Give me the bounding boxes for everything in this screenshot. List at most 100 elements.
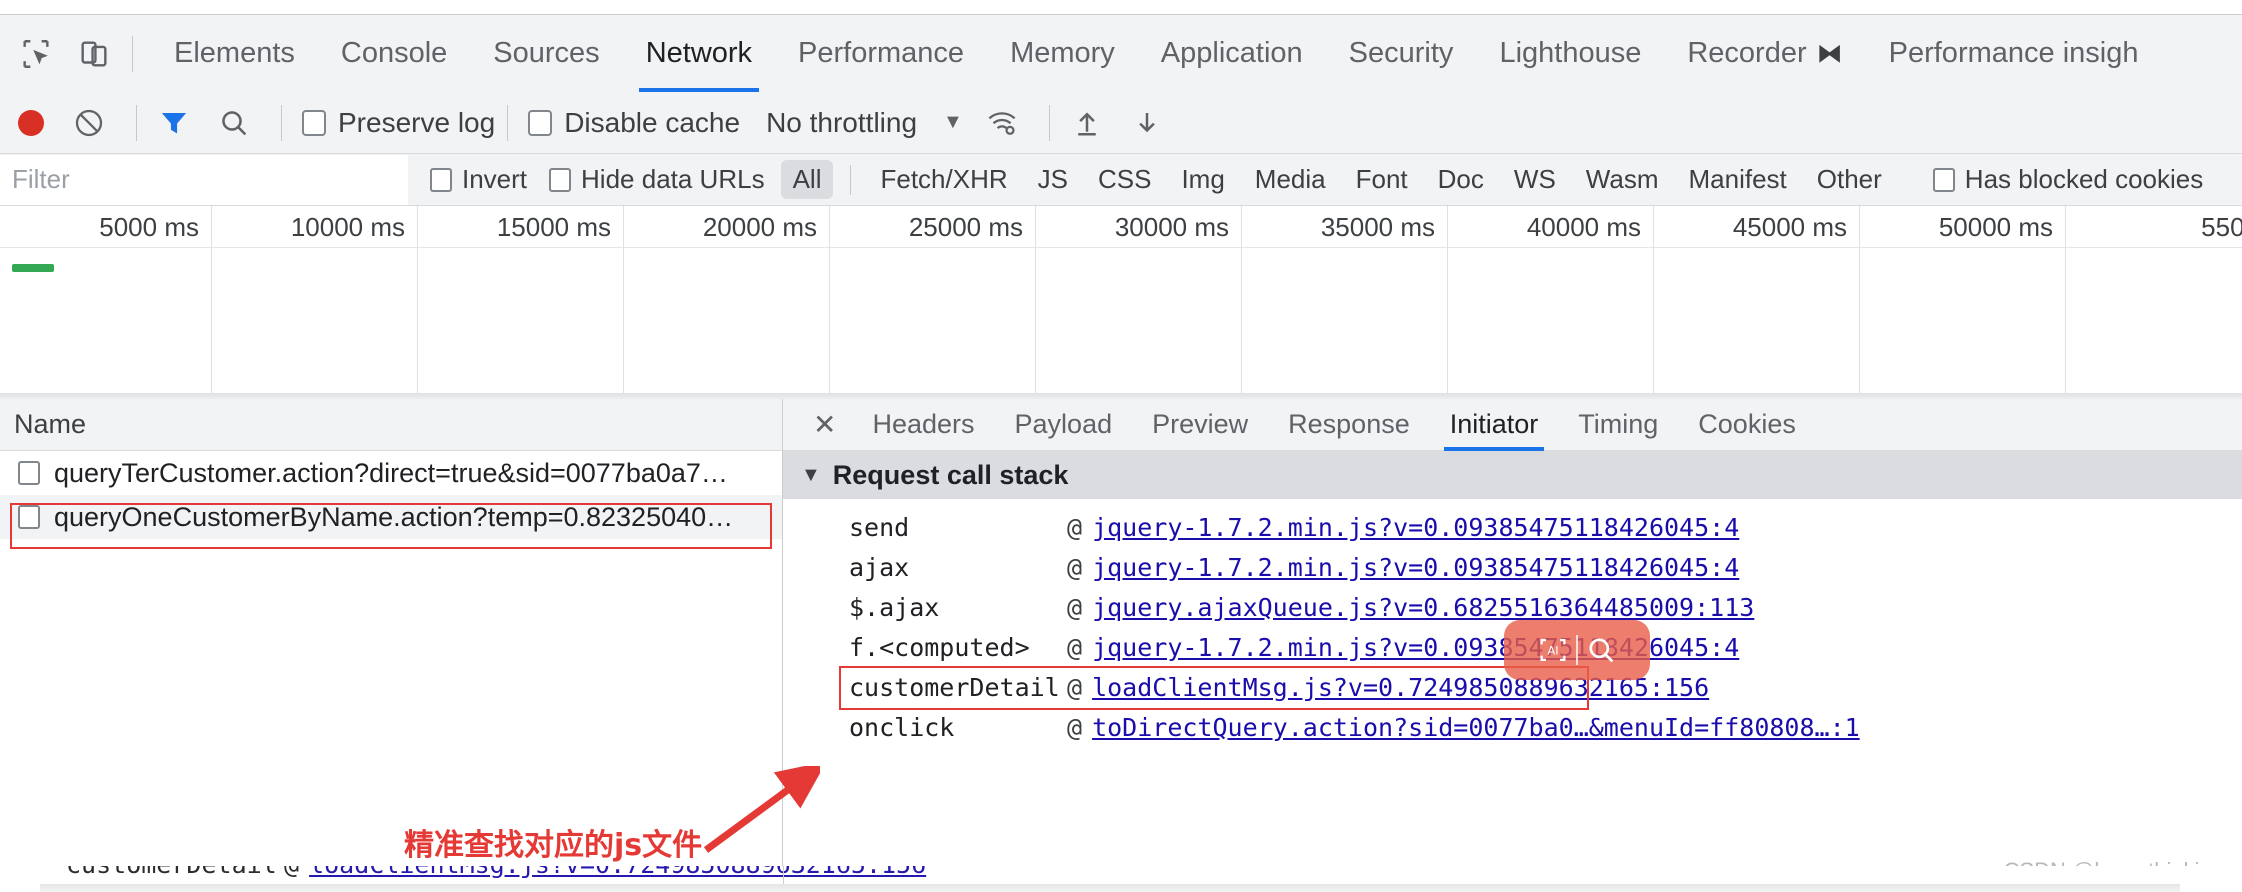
tab-security[interactable]: Security: [1326, 15, 1477, 93]
source-link[interactable]: jquery.ajaxQueue.js?v=0.6825516364485009…: [1092, 593, 1754, 622]
svg-text:AI: AI: [1547, 643, 1558, 657]
type-filter-img[interactable]: Img: [1169, 160, 1236, 199]
hide-data-urls-checkbox[interactable]: Hide data URLs: [527, 149, 765, 211]
type-filter-font[interactable]: Font: [1344, 160, 1420, 199]
table-row[interactable]: queryOneCustomerByName.action?temp=0.823…: [0, 495, 782, 539]
timeline-ruler: 5000 ms 10000 ms 15000 ms 20000 ms 25000…: [0, 206, 2242, 248]
type-label: Other: [1816, 164, 1882, 194]
type-filter-ws[interactable]: WS: [1502, 160, 1568, 199]
clear-icon[interactable]: [72, 106, 106, 140]
record-button[interactable]: [18, 109, 44, 136]
call-stack-function: f.<computed>: [849, 632, 1030, 662]
tab-sources[interactable]: Sources: [470, 15, 622, 93]
tab-initiator[interactable]: Initiator: [1430, 399, 1559, 451]
type-filter-doc[interactable]: Doc: [1426, 160, 1496, 199]
request-call-stack-header[interactable]: ▼ Request call stack: [783, 451, 2242, 499]
annotation-arrow-icon: [700, 761, 827, 861]
tab-elements[interactable]: Elements: [151, 15, 318, 93]
export-har-icon[interactable]: [1130, 106, 1164, 140]
import-har-icon[interactable]: [1070, 106, 1104, 140]
tab-memory[interactable]: Memory: [987, 15, 1138, 93]
type-filter-manifest[interactable]: Manifest: [1677, 160, 1799, 199]
network-overview[interactable]: [0, 248, 2242, 398]
tab-label: Initiator: [1449, 409, 1539, 439]
ruler-tick-label: 20000 ms: [702, 211, 817, 242]
type-filter-css[interactable]: CSS: [1086, 160, 1163, 199]
tab-label: Memory: [1010, 37, 1115, 69]
tab-timing[interactable]: Timing: [1558, 399, 1678, 451]
device-toolbar-icon[interactable]: [74, 34, 114, 74]
overview-cell: [830, 248, 1036, 398]
type-filter-wasm[interactable]: Wasm: [1574, 160, 1671, 199]
source-link[interactable]: jquery-1.7.2.min.js?v=0.0938547511842604…: [1092, 553, 1739, 582]
overview-cell: [1242, 248, 1448, 398]
ai-floating-toolbar[interactable]: AI: [1504, 620, 1650, 680]
tab-application[interactable]: Application: [1138, 15, 1326, 93]
toolbar-divider-4: [1048, 104, 1050, 141]
experiment-beaker-icon: ⧓: [1816, 38, 1843, 68]
checkbox-box: [528, 109, 553, 136]
tab-lighthouse[interactable]: Lighthouse: [1476, 15, 1664, 93]
checkbox-box: [549, 167, 572, 192]
toolbar-divider: [136, 104, 137, 141]
table-row[interactable]: queryTerCustomer.action?direct=true&sid=…: [0, 451, 782, 495]
call-stack-function: ajax: [849, 552, 910, 582]
invert-checkbox[interactable]: Invert: [408, 149, 527, 211]
ruler-tick: 25000 ms: [830, 206, 1036, 248]
preserve-log-checkbox[interactable]: Preserve log: [302, 92, 503, 154]
at-symbol: @: [1067, 592, 1083, 622]
network-filter-bar: Invert Hide data URLs All Fetch/XHR JS C…: [0, 154, 2242, 206]
tab-cookies[interactable]: Cookies: [1678, 399, 1816, 451]
clipped-row-content: customerDetail @ loadClientMsg.js?v=0.72…: [66, 866, 926, 879]
tab-label: Recorder: [1687, 37, 1807, 69]
tab-label: Lighthouse: [1499, 37, 1642, 69]
close-icon[interactable]: ✕: [797, 399, 852, 451]
inspect-element-icon[interactable]: [16, 34, 56, 74]
ruler-tick: 40000 ms: [1448, 206, 1654, 248]
chevron-down-icon[interactable]: ▼: [943, 111, 963, 134]
at-symbol: @: [1067, 672, 1083, 702]
filter-input[interactable]: [0, 154, 408, 205]
type-filter-all[interactable]: All: [780, 160, 834, 199]
tab-response[interactable]: Response: [1268, 399, 1430, 451]
panel-divider: [783, 866, 784, 886]
tab-label: Timing: [1578, 409, 1659, 439]
tab-console[interactable]: Console: [318, 15, 470, 93]
type-label: Media: [1254, 164, 1326, 194]
tab-preview[interactable]: Preview: [1132, 399, 1268, 451]
ruler-tick-label: 5500: [2201, 211, 2242, 242]
tab-network[interactable]: Network: [623, 15, 775, 93]
tab-label: Network: [645, 37, 753, 69]
invert-label: Invert: [462, 164, 528, 194]
search-icon[interactable]: [217, 106, 251, 140]
type-label: JS: [1037, 164, 1068, 194]
row-checkbox[interactable]: [18, 505, 40, 529]
type-filter-media[interactable]: Media: [1243, 160, 1338, 199]
tab-performance[interactable]: Performance: [775, 15, 987, 93]
type-filter-js[interactable]: JS: [1026, 160, 1080, 199]
tab-performance-insights[interactable]: Performance insigh: [1866, 15, 2162, 93]
source-link[interactable]: jquery-1.7.2.min.js?v=0.0938547511842604…: [1092, 513, 1739, 542]
tool-icon-group: [0, 34, 114, 74]
checkbox-box: [430, 167, 452, 192]
tab-label: Console: [340, 37, 448, 69]
has-blocked-cookies-checkbox[interactable]: Has blocked cookies: [1911, 149, 2203, 211]
tab-recorder[interactable]: Recorder ⧓: [1664, 15, 1865, 93]
row-checkbox[interactable]: [18, 461, 40, 485]
ruler-tick-label: 15000 ms: [496, 211, 611, 242]
type-filter-other[interactable]: Other: [1805, 160, 1894, 199]
tab-payload[interactable]: Payload: [995, 399, 1133, 451]
throttling-select[interactable]: No throttling: [766, 107, 917, 139]
ai-scan-icon[interactable]: AI: [1536, 633, 1570, 667]
source-link[interactable]: toDirectQuery.action?sid=0077ba0…&menuId…: [1092, 713, 1860, 742]
tab-label: Performance: [798, 37, 965, 69]
network-conditions-icon[interactable]: [985, 106, 1019, 140]
tab-headers[interactable]: Headers: [852, 399, 994, 451]
filter-icon[interactable]: [157, 106, 191, 140]
disable-cache-checkbox[interactable]: Disable cache: [528, 92, 748, 154]
type-filter-fetch-xhr[interactable]: Fetch/XHR: [868, 160, 1019, 199]
magnifier-icon[interactable]: [1584, 633, 1618, 667]
ruler-tick: 35000 ms: [1242, 206, 1448, 248]
tab-label: Cookies: [1698, 409, 1796, 439]
overview-cell: [624, 248, 830, 398]
